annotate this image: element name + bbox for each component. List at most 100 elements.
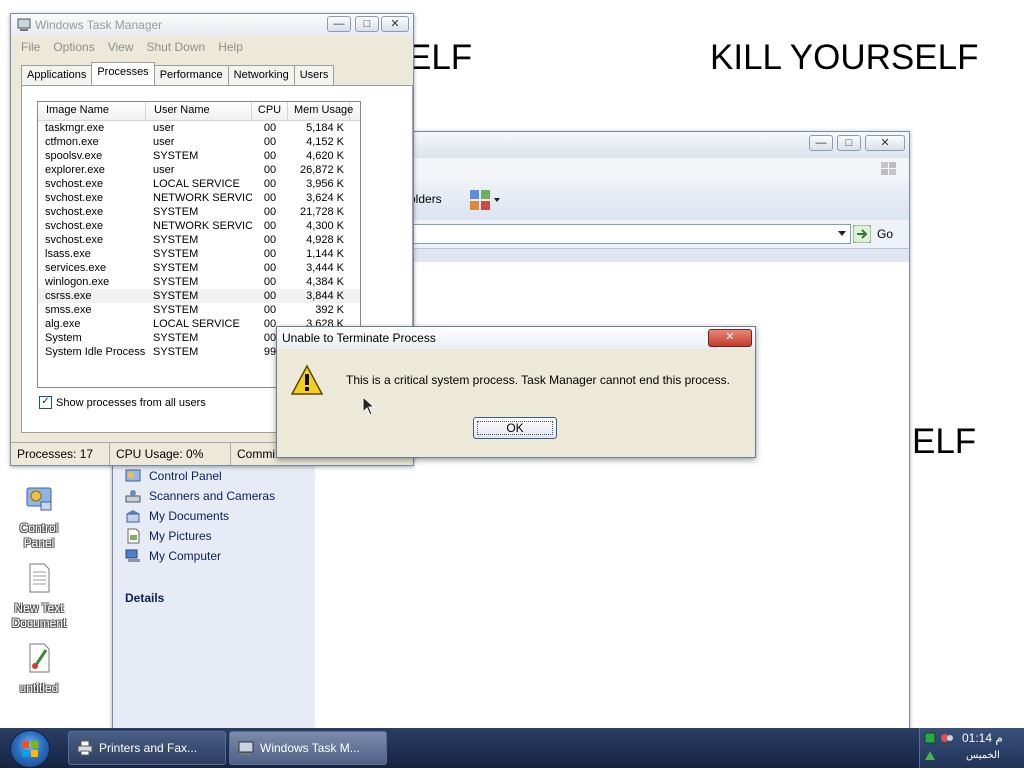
other-place-my-computer[interactable]: My Computer bbox=[125, 548, 221, 564]
other-place-label: My Pictures bbox=[149, 529, 212, 543]
menu-help[interactable]: Help bbox=[218, 40, 243, 54]
status-processes: Processes: 17 bbox=[11, 443, 110, 465]
tab-users[interactable]: Users bbox=[293, 65, 335, 86]
menu-view[interactable]: View bbox=[108, 40, 134, 54]
desktop-icon-label: Control bbox=[19, 521, 59, 535]
system-tray: 01:14 م الخميس bbox=[919, 728, 1024, 768]
volume-icon[interactable] bbox=[940, 731, 954, 745]
status-cpu-usage: CPU Usage: 0% bbox=[110, 443, 231, 465]
wallpaper-text-left: ELF bbox=[408, 38, 473, 77]
dialog-titlebar[interactable]: Unable to Terminate Process bbox=[277, 327, 755, 349]
process-user-name: SYSTEM bbox=[153, 262, 199, 274]
other-place-label: Scanners and Cameras bbox=[149, 489, 276, 503]
process-rows: taskmgr.exe user 00 5,184 K ctfmon.exe user 00… bbox=[38, 121, 360, 359]
close-button[interactable]: ✕ bbox=[381, 16, 409, 32]
menu-bar: File Options View Shut Down Help bbox=[21, 40, 243, 54]
process-row[interactable]: svchost.exe SYSTEM 00 21,728 K bbox=[38, 205, 360, 219]
menu-shut-down[interactable]: Shut Down bbox=[147, 40, 206, 54]
process-row[interactable]: ctfmon.exe user 00 4,152 K bbox=[38, 135, 360, 149]
go-button[interactable]: Go bbox=[853, 224, 893, 244]
clock-time[interactable]: 01:14 م bbox=[962, 731, 1003, 745]
process-cpu: 00 bbox=[263, 248, 277, 260]
column-mem-usage[interactable]: Mem Usage bbox=[288, 102, 353, 120]
process-user-name: LOCAL SERVICE bbox=[153, 178, 240, 190]
process-row[interactable]: csrss.exe SYSTEM 00 3,844 K bbox=[38, 289, 360, 303]
control-panel-icon bbox=[125, 469, 141, 482]
process-image-name: System Idle Process bbox=[45, 346, 146, 358]
network-icon[interactable] bbox=[924, 732, 936, 744]
paint-file-icon bbox=[29, 643, 50, 673]
process-mem-usage: 392 K bbox=[315, 304, 344, 316]
taskbar-button-label: Printers and Fax... bbox=[99, 741, 198, 755]
close-button[interactable]: ✕ bbox=[865, 135, 905, 151]
process-image-name: lsass.exe bbox=[45, 248, 91, 260]
desktop-icon-new-text-document[interactable]: New Text Document bbox=[4, 562, 74, 631]
process-cpu: 00 bbox=[263, 150, 277, 162]
process-row[interactable]: smss.exe SYSTEM 00 392 K bbox=[38, 303, 360, 317]
minimize-button[interactable]: — bbox=[809, 135, 833, 151]
process-row[interactable]: svchost.exe SYSTEM 00 4,928 K bbox=[38, 233, 360, 247]
tab-applications[interactable]: Applications bbox=[21, 65, 93, 86]
process-user-name: user bbox=[153, 164, 175, 176]
process-row[interactable]: services.exe SYSTEM 00 3,444 K bbox=[38, 261, 360, 275]
maximize-button[interactable]: □ bbox=[837, 135, 861, 151]
focus-ring bbox=[477, 421, 553, 435]
control-panel-icon bbox=[26, 487, 52, 511]
process-image-name: svchost.exe bbox=[45, 206, 104, 218]
my-documents-icon bbox=[126, 510, 140, 523]
start-button[interactable] bbox=[10, 730, 50, 768]
process-image-name: services.exe bbox=[45, 262, 107, 274]
chevron-down-icon[interactable] bbox=[838, 231, 846, 237]
process-image-name: svchost.exe bbox=[45, 192, 104, 204]
checkbox-box[interactable]: ✓ bbox=[39, 396, 52, 409]
desktop-icon-control-panel[interactable]: Control Panel bbox=[4, 482, 74, 551]
process-cpu: 00 bbox=[263, 122, 277, 134]
menu-options[interactable]: Options bbox=[53, 40, 94, 54]
tab-networking[interactable]: Networking bbox=[227, 65, 295, 86]
my-pictures-icon bbox=[127, 528, 140, 544]
my-computer-icon bbox=[125, 549, 140, 562]
process-row[interactable]: spoolsv.exe SYSTEM 00 4,620 K bbox=[38, 149, 360, 163]
process-row[interactable]: lsass.exe SYSTEM 00 1,144 K bbox=[38, 247, 360, 261]
process-cpu: 00 bbox=[263, 178, 277, 190]
tab-processes[interactable]: Processes bbox=[91, 62, 155, 86]
process-image-name: winlogon.exe bbox=[45, 276, 110, 288]
process-row[interactable]: taskmgr.exe user 00 5,184 K bbox=[38, 121, 360, 135]
ok-button[interactable]: OK bbox=[473, 417, 557, 439]
process-row[interactable]: svchost.exe NETWORK SERVICE 00 3,624 K bbox=[38, 191, 360, 205]
process-cpu: 00 bbox=[263, 136, 277, 148]
details-heading[interactable]: Details bbox=[125, 591, 164, 605]
show-all-processes-checkbox[interactable]: ✓ Show processes from all users bbox=[39, 396, 206, 409]
taskbar-button-task-manager[interactable]: Windows Task M... bbox=[229, 731, 387, 765]
go-arrow-icon bbox=[853, 225, 871, 243]
process-mem-usage: 26,872 K bbox=[299, 164, 344, 176]
maximize-button[interactable]: □ bbox=[355, 16, 379, 32]
process-row[interactable]: svchost.exe NETWORK SERVICE 00 4,300 K bbox=[38, 219, 360, 233]
taskbar-button-printers[interactable]: Printers and Fax... bbox=[68, 731, 226, 765]
process-row[interactable]: winlogon.exe SYSTEM 00 4,384 K bbox=[38, 275, 360, 289]
task-manager-icon bbox=[17, 18, 31, 31]
desktop-icon-untitled[interactable]: untitled bbox=[4, 642, 74, 696]
process-image-name: taskmgr.exe bbox=[45, 122, 105, 134]
other-place-control-panel[interactable]: Control Panel bbox=[125, 468, 222, 484]
other-place-scanners[interactable]: Scanners and Cameras bbox=[125, 488, 275, 504]
column-image-name[interactable]: Image Name bbox=[38, 102, 146, 120]
process-mem-usage: 1,144 K bbox=[306, 248, 344, 260]
process-row[interactable]: svchost.exe LOCAL SERVICE 00 3,956 K bbox=[38, 177, 360, 191]
process-row[interactable]: explorer.exe user 00 26,872 K bbox=[38, 163, 360, 177]
process-mem-usage: 4,384 K bbox=[306, 276, 344, 288]
process-mem-usage: 3,844 K bbox=[306, 290, 344, 302]
column-user-name[interactable]: User Name bbox=[146, 102, 252, 120]
tab-performance[interactable]: Performance bbox=[153, 65, 229, 86]
checkbox-label: Show processes from all users bbox=[56, 396, 206, 409]
menu-file[interactable]: File bbox=[21, 40, 40, 54]
security-icon[interactable] bbox=[924, 750, 936, 762]
other-place-my-documents[interactable]: My Documents bbox=[125, 508, 229, 524]
minimize-button[interactable]: — bbox=[327, 16, 351, 32]
column-cpu[interactable]: CPU bbox=[252, 102, 288, 120]
other-place-my-pictures[interactable]: My Pictures bbox=[125, 528, 212, 544]
views-icon[interactable] bbox=[469, 189, 503, 211]
task-manager-titlebar[interactable]: Windows Task Manager bbox=[11, 14, 413, 36]
error-dialog[interactable]: Unable to Terminate Process ✕ This is a … bbox=[276, 326, 756, 458]
dialog-close-button[interactable]: ✕ bbox=[708, 329, 752, 347]
